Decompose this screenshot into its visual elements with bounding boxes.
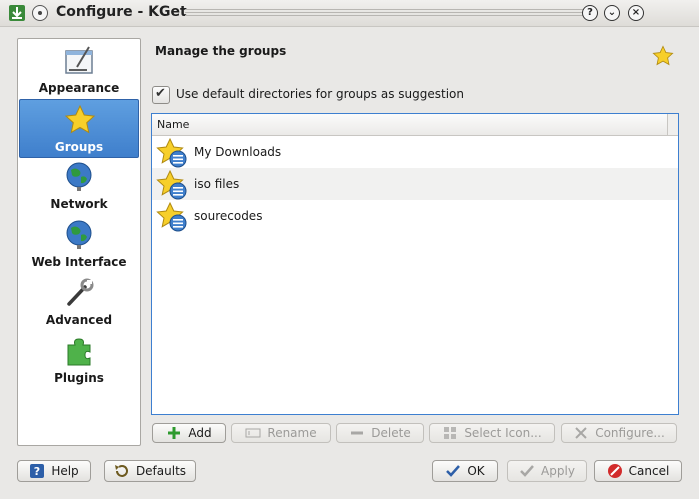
rename-button[interactable]: Rename (231, 423, 331, 443)
title-bar-grip (185, 9, 589, 18)
appearance-icon (65, 46, 93, 74)
settings-sidebar: Appearance Groups Network Web Interface … (17, 38, 141, 446)
help-button-label: Help (51, 464, 79, 478)
sidebar-item-web-interface[interactable]: Web Interface (19, 215, 139, 272)
list-item[interactable]: My Downloads (152, 136, 678, 168)
cancel-button[interactable]: Cancel (594, 460, 682, 482)
column-header-name[interactable]: Name (157, 118, 189, 131)
globe-network-icon (66, 162, 92, 191)
sidebar-item-network[interactable]: Network (19, 157, 139, 214)
sidebar-item-advanced[interactable]: Advanced (19, 273, 139, 330)
sidebar-item-label: Web Interface (31, 255, 127, 269)
rename-icon (245, 428, 261, 438)
list-header: Name (152, 114, 678, 136)
star-icon (652, 45, 674, 66)
tools-icon (575, 427, 587, 439)
defaults-button-label: Defaults (135, 464, 187, 478)
sidebar-item-groups[interactable]: Groups (19, 99, 139, 158)
window-title: Configure - KGet (56, 4, 187, 20)
select-icon-button[interactable]: Select Icon... (429, 423, 555, 443)
sidebar-item-label: Advanced (45, 313, 113, 327)
plus-icon (168, 427, 181, 439)
close-button[interactable]: × (628, 5, 644, 21)
group-icon (156, 137, 187, 168)
minimize-button[interactable]: ⌄ (604, 5, 620, 21)
wrench-icon (67, 278, 94, 306)
delete-button[interactable]: Delete (336, 423, 424, 443)
help-title-button[interactable]: ? (582, 5, 598, 21)
minus-icon (351, 431, 364, 435)
add-button-label: Add (188, 426, 212, 440)
sidebar-item-appearance[interactable]: Appearance (19, 41, 139, 98)
ok-button[interactable]: OK (432, 460, 498, 482)
configure-button-label: Configure... (595, 426, 665, 440)
group-name: My Downloads (194, 145, 282, 159)
select-icon-button-label: Select Icon... (464, 426, 542, 440)
sidebar-item-label: Plugins (54, 371, 104, 385)
puzzle-icon (67, 338, 91, 366)
list-item[interactable]: sourecodes (152, 200, 678, 232)
window-menu-button[interactable] (32, 5, 48, 21)
star-icon (64, 104, 96, 134)
group-icon (156, 201, 187, 232)
list-item[interactable]: iso files (152, 168, 678, 200)
help-icon: ? (30, 464, 45, 478)
cancel-icon (607, 464, 622, 478)
help-button[interactable]: ? Help (17, 460, 91, 482)
delete-button-label: Delete (371, 426, 411, 440)
sidebar-item-label: Groups (54, 140, 104, 154)
check-icon (520, 465, 534, 477)
group-name: sourecodes (194, 209, 263, 223)
defaults-button[interactable]: Defaults (104, 460, 196, 482)
rename-button-label: Rename (267, 426, 317, 440)
page-title: Manage the groups (155, 44, 287, 58)
default-directories-label: Use default directories for groups as su… (176, 87, 464, 101)
kget-app-icon (9, 5, 25, 21)
default-directories-checkbox[interactable] (152, 86, 170, 104)
sidebar-item-plugins[interactable]: Plugins (19, 331, 139, 388)
sidebar-item-label: Appearance (38, 81, 120, 95)
apply-button[interactable]: Apply (507, 460, 587, 482)
apply-button-label: Apply (541, 464, 575, 478)
add-button[interactable]: Add (152, 423, 226, 443)
icon-grid-icon (444, 427, 457, 439)
check-icon (446, 465, 461, 477)
globe-web-icon (66, 220, 92, 249)
configure-button[interactable]: Configure... (561, 423, 677, 443)
group-name: iso files (194, 177, 240, 191)
cancel-button-label: Cancel (628, 464, 670, 478)
group-icon (156, 169, 187, 200)
title-bar: Configure - KGet ? ⌄ × (0, 0, 699, 27)
header-corner (667, 114, 678, 135)
sidebar-item-label: Network (50, 197, 108, 211)
ok-button-label: OK (467, 464, 485, 478)
svg-text:?: ? (34, 465, 40, 478)
groups-list[interactable]: Name My Downloads iso files sourecodes (151, 113, 679, 415)
undo-icon (114, 465, 128, 477)
